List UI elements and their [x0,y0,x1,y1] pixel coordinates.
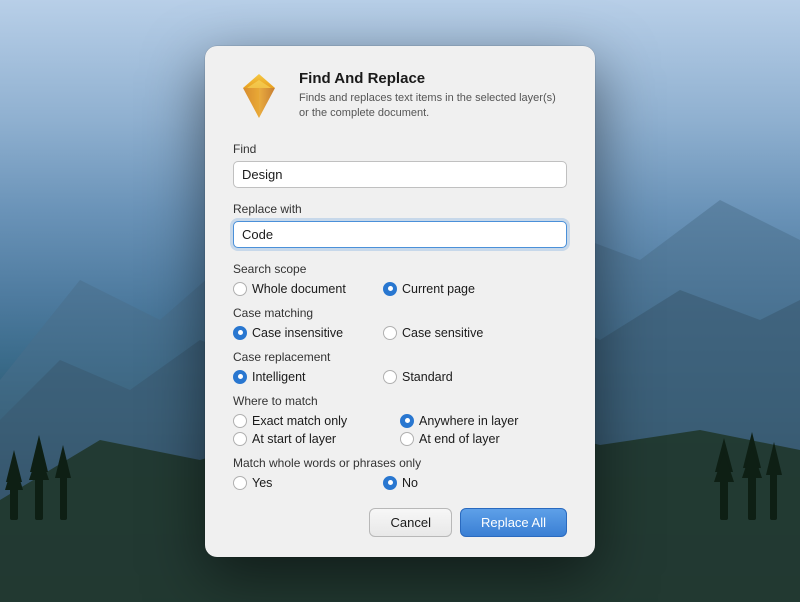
whole-doc-label: Whole document [252,282,346,296]
cancel-button[interactable]: Cancel [369,508,451,537]
search-scope-options: Whole document Current page [233,282,567,296]
find-replace-dialog: Find And Replace Finds and replaces text… [205,46,595,557]
case-matching-label: Case matching [233,306,567,320]
end-of-layer-radio[interactable] [400,432,414,446]
standard-radio[interactable] [383,370,397,384]
exact-match-radio[interactable] [233,414,247,428]
current-page-option[interactable]: Current page [383,282,513,296]
start-of-layer-label: At start of layer [252,432,336,446]
replace-label: Replace with [233,202,567,216]
yes-label: Yes [252,476,272,490]
replace-input[interactable] [233,221,567,248]
yes-radio[interactable] [233,476,247,490]
case-replacement-label: Case replacement [233,350,567,364]
match-words-section: Match whole words or phrases only Yes No [233,456,567,490]
whole-doc-option[interactable]: Whole document [233,282,363,296]
case-sensitive-radio[interactable] [383,326,397,340]
case-matching-section: Case matching Case insensitive Case sens… [233,306,567,340]
no-option[interactable]: No [383,476,513,490]
replace-section: Replace with [233,202,567,248]
replace-all-button[interactable]: Replace All [460,508,567,537]
search-scope-section: Search scope Whole document Current page [233,262,567,296]
case-insensitive-label: Case insensitive [252,326,343,340]
case-insensitive-option[interactable]: Case insensitive [233,326,363,340]
search-scope-label: Search scope [233,262,567,276]
anywhere-label: Anywhere in layer [419,414,518,428]
no-radio[interactable] [383,476,397,490]
whole-doc-radio[interactable] [233,282,247,296]
case-sensitive-option[interactable]: Case sensitive [383,326,513,340]
end-of-layer-option[interactable]: At end of layer [400,432,567,446]
case-matching-options: Case insensitive Case sensitive [233,326,567,340]
start-of-layer-radio[interactable] [233,432,247,446]
current-page-radio[interactable] [383,282,397,296]
find-section: Find [233,142,567,188]
exact-match-option[interactable]: Exact match only [233,414,400,428]
dialog-title-block: Find And Replace Finds and replaces text… [299,70,567,122]
intelligent-radio[interactable] [233,370,247,384]
start-of-layer-option[interactable]: At start of layer [233,432,400,446]
dialog-header: Find And Replace Finds and replaces text… [233,70,567,122]
anywhere-radio[interactable] [400,414,414,428]
case-sensitive-label: Case sensitive [402,326,483,340]
find-input[interactable] [233,161,567,188]
find-label: Find [233,142,567,156]
no-label: No [402,476,418,490]
dialog-title: Find And Replace [299,70,567,87]
intelligent-option[interactable]: Intelligent [233,370,363,384]
intelligent-label: Intelligent [252,370,306,384]
anywhere-option[interactable]: Anywhere in layer [400,414,567,428]
case-replacement-options: Intelligent Standard [233,370,567,384]
sketch-app-icon [233,70,285,122]
where-to-match-options: Exact match only Anywhere in layer At st… [233,414,567,446]
standard-option[interactable]: Standard [383,370,513,384]
end-of-layer-label: At end of layer [419,432,500,446]
exact-match-label: Exact match only [252,414,347,428]
where-to-match-label: Where to match [233,394,567,408]
match-words-label: Match whole words or phrases only [233,456,567,470]
dialog-subtitle: Finds and replaces text items in the sel… [299,91,567,122]
yes-option[interactable]: Yes [233,476,363,490]
where-to-match-section: Where to match Exact match only Anywhere… [233,394,567,446]
case-insensitive-radio[interactable] [233,326,247,340]
standard-label: Standard [402,370,453,384]
match-words-options: Yes No [233,476,567,490]
case-replacement-section: Case replacement Intelligent Standard [233,350,567,384]
current-page-label: Current page [402,282,475,296]
dialog-buttons: Cancel Replace All [233,508,567,537]
